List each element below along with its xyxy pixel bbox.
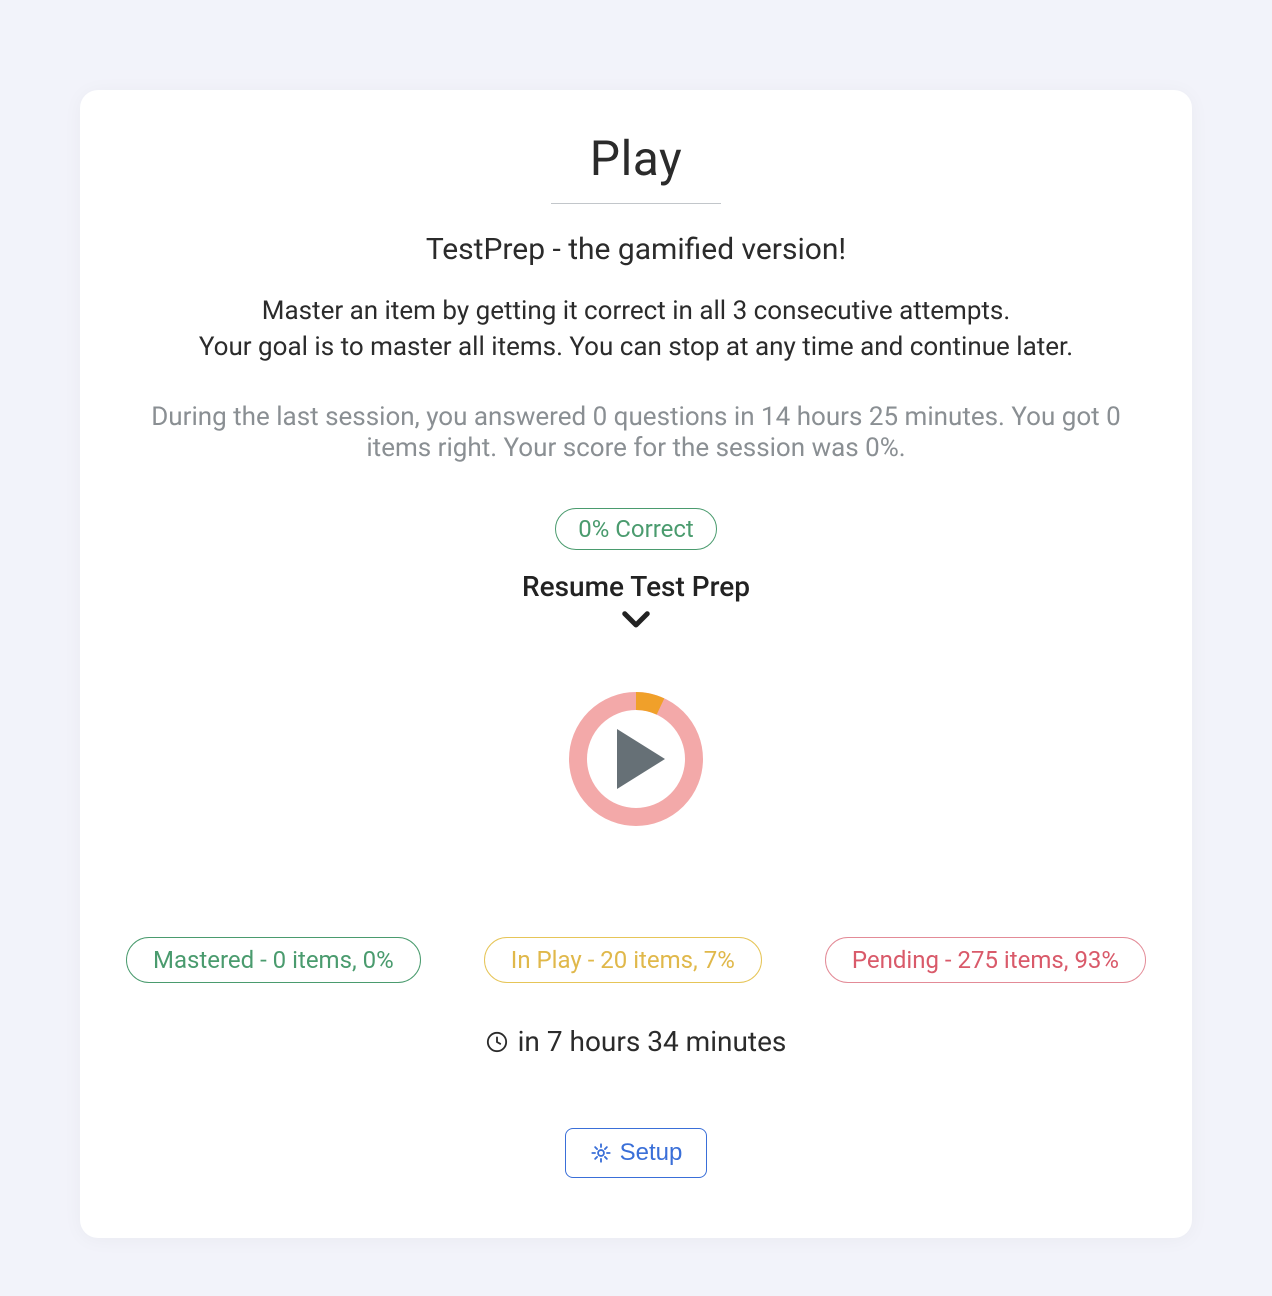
- clock-icon: [486, 1031, 508, 1053]
- time-remaining: in 7 hours 34 minutes: [120, 1025, 1152, 1058]
- setup-button[interactable]: Setup: [565, 1128, 708, 1178]
- intro-line-2: Your goal is to master all items. You ca…: [199, 332, 1073, 362]
- intro-text: Master an item by getting it correct in …: [120, 293, 1152, 366]
- correct-badge: 0% Correct: [555, 508, 717, 550]
- page-subtitle: TestPrep - the gamified version!: [120, 232, 1152, 267]
- page-title: Play: [120, 130, 1152, 187]
- mastered-badge: Mastered - 0 items, 0%: [126, 937, 421, 983]
- session-summary: During the last session, you answered 0 …: [120, 402, 1152, 464]
- play-icon: [617, 729, 665, 789]
- time-text: in 7 hours 34 minutes: [518, 1025, 787, 1058]
- resume-label: Resume Test Prep: [120, 570, 1152, 603]
- setup-button-label: Setup: [620, 1139, 683, 1167]
- inplay-badge: In Play - 20 items, 7%: [484, 937, 762, 983]
- title-divider: [551, 203, 721, 204]
- pending-badge: Pending - 275 items, 93%: [825, 937, 1146, 983]
- play-card: Play TestPrep - the gamified version! Ma…: [80, 90, 1192, 1238]
- chevron-down-icon: [120, 609, 1152, 631]
- intro-line-1: Master an item by getting it correct in …: [262, 296, 1010, 326]
- play-button[interactable]: [568, 691, 704, 827]
- gear-icon: [590, 1142, 612, 1164]
- status-badges-row: Mastered - 0 items, 0% In Play - 20 item…: [120, 937, 1152, 983]
